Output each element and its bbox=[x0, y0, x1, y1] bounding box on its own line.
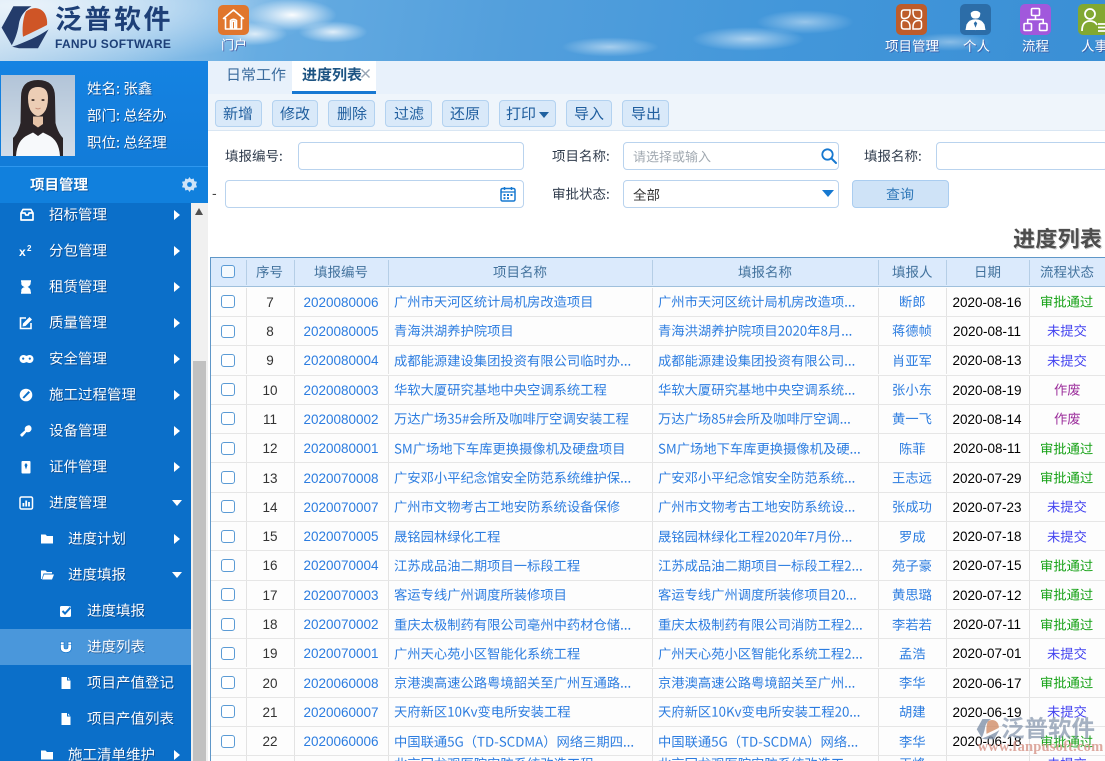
svg-text:x: x bbox=[19, 245, 26, 258]
svg-text:2: 2 bbox=[27, 244, 32, 253]
